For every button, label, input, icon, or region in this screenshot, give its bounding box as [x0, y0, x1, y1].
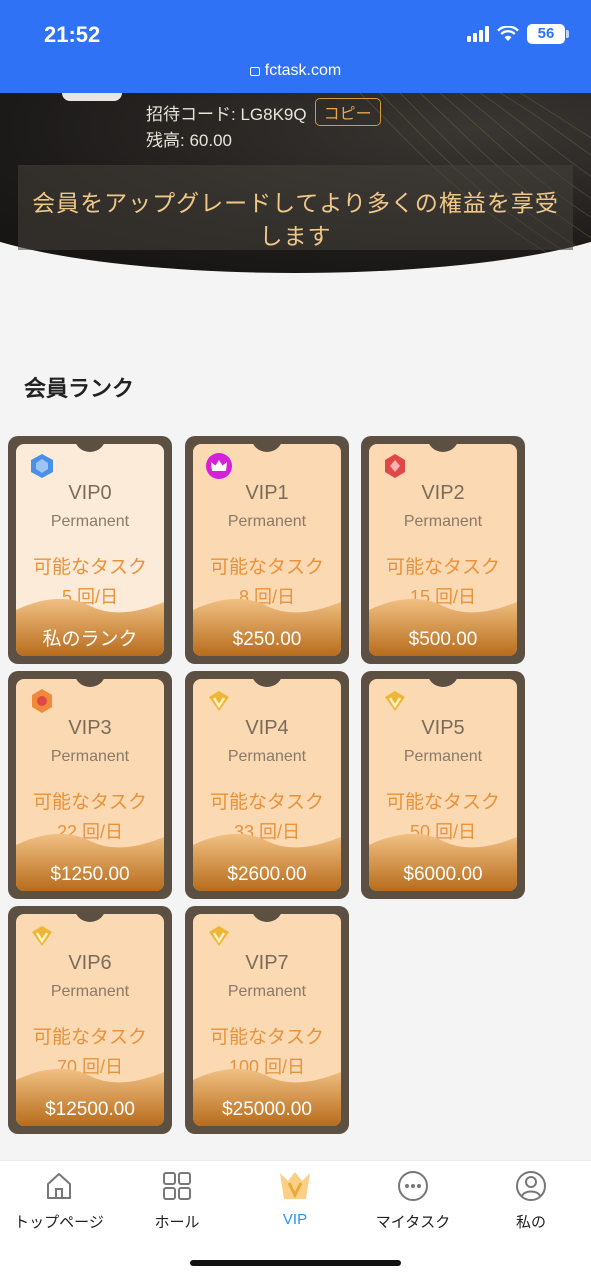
card-body: VIP0 Permanent 可能なタスク 5 回/日 私のランク [16, 444, 164, 656]
vip-price: $500.00 [408, 629, 478, 650]
tasks-label: 可能なタスク [32, 1027, 147, 1048]
vip-level: VIP4 [245, 717, 289, 739]
upgrade-text: 会員をアップグレードしてより多くの権益を享受します [32, 190, 559, 249]
status-icons: 56 [467, 24, 569, 44]
invite-code-text: 招待コード: LG8K9Q [146, 104, 307, 124]
tab-my-tasks[interactable]: マイタスク [354, 1169, 472, 1232]
vip-card[interactable]: VIP1 Permanent 可能なタスク 8 回/日 $250.00 [185, 436, 349, 664]
vip-period: Permanent [403, 748, 483, 765]
signal-icon [467, 26, 489, 42]
wifi-icon [497, 26, 519, 41]
invite-code: 招待コード: LG8K9Q コピー [146, 98, 381, 126]
card-body: VIP2 Permanent 可能なタスク 15 回/日 $500.00 [369, 444, 517, 656]
vip-card[interactable]: VIP6 Permanent 可能なタスク 70 回/日 $12500.00 [8, 906, 172, 1134]
gold-v-badge-icon [32, 926, 52, 946]
vip-page: 21:52 56 fctask.com 招待コード: LG8K9Q コピー 残高… [0, 0, 591, 1280]
vip-level: VIP7 [245, 952, 289, 974]
tab-profile[interactable]: 私の [472, 1169, 590, 1232]
tasks-label: 可能なタスク [385, 792, 500, 813]
tab-home[interactable]: トップページ [0, 1169, 118, 1232]
grid-icon [163, 1172, 191, 1200]
card-body: VIP5 Permanent 可能なタスク 50 回/日 $6000.00 [369, 679, 517, 891]
vip-period: Permanent [50, 748, 130, 765]
vip-level: VIP0 [68, 482, 112, 504]
vip-card[interactable]: VIP2 Permanent 可能なタスク 15 回/日 $500.00 [361, 436, 525, 664]
tab-label: 私の [515, 1214, 546, 1231]
section-title: 会員ランク [24, 376, 135, 401]
vip-period: Permanent [227, 513, 307, 530]
crown-badge-icon [206, 453, 232, 479]
url-text: fctask.com [264, 62, 342, 79]
vip-period: Permanent [227, 983, 307, 1000]
card-body: VIP3 Permanent 可能なタスク 22 回/日 $1250.00 [16, 679, 164, 891]
tab-label: トップページ [14, 1214, 104, 1231]
vip-period: Permanent [403, 513, 483, 530]
avatar[interactable] [62, 93, 122, 101]
home-indicator[interactable] [190, 1260, 401, 1266]
card-body: VIP6 Permanent 可能なタスク 70 回/日 $12500.00 [16, 914, 164, 1126]
browser-status-bar: 21:52 56 fctask.com [0, 0, 591, 93]
tasks-label: 可能なタスク [32, 792, 147, 813]
battery-icon: 56 [527, 24, 569, 44]
vip-price: $250.00 [232, 629, 302, 650]
tasks-label: 可能なタスク [209, 792, 324, 813]
lock-icon [249, 67, 260, 76]
home-icon [47, 1173, 71, 1199]
vip-card[interactable]: VIP5 Permanent 可能なタスク 50 回/日 $6000.00 [361, 671, 525, 899]
orange-medal-badge-icon [32, 689, 52, 713]
card-body: VIP7 Permanent 可能なタスク 100 回/日 $25000.00 [193, 914, 341, 1126]
vip-period: Permanent [50, 983, 130, 1000]
gold-v-badge-icon [209, 691, 229, 711]
vip-period: Permanent [50, 513, 130, 530]
vip-level: VIP2 [421, 482, 465, 504]
tab-label: マイタスク [375, 1214, 451, 1231]
vip-crown-icon [280, 1172, 310, 1199]
vip-level: VIP1 [245, 482, 289, 504]
vip-price: 私のランク [42, 629, 138, 650]
vip-price: $6000.00 [403, 864, 483, 885]
gold-v-badge-icon [209, 926, 229, 946]
tasks-label: 可能なタスク [385, 557, 500, 578]
vip-level: VIP5 [421, 717, 465, 739]
vip-card[interactable]: VIP3 Permanent 可能なタスク 22 回/日 $1250.00 [8, 671, 172, 899]
tab-vip[interactable]: VIP [236, 1169, 354, 1228]
vip-card[interactable]: VIP7 Permanent 可能なタスク 100 回/日 $25000.00 [185, 906, 349, 1134]
tab-label: ホール [154, 1214, 200, 1231]
tab-label: VIP [282, 1211, 308, 1228]
vip-level: VIP3 [68, 717, 112, 739]
card-body: VIP4 Permanent 可能なタスク 33 回/日 $2600.00 [193, 679, 341, 891]
gold-v-badge-icon [385, 691, 405, 711]
address-bar[interactable]: fctask.com [0, 62, 591, 80]
tab-hall[interactable]: ホール [118, 1169, 236, 1232]
vip-price: $25000.00 [222, 1099, 312, 1120]
more-dots-icon [398, 1171, 428, 1201]
card-body: VIP1 Permanent 可能なタスク 8 回/日 $250.00 [193, 444, 341, 656]
vip-price: $2600.00 [227, 864, 307, 885]
tasks-label: 可能なタスク [209, 1027, 324, 1048]
red-gem-badge-icon [385, 454, 405, 478]
vip-price: $1250.00 [50, 864, 130, 885]
vip-card[interactable]: VIP4 Permanent 可能なタスク 33 回/日 $2600.00 [185, 671, 349, 899]
vip-level: VIP6 [68, 952, 112, 974]
vip-price: $12500.00 [45, 1099, 135, 1120]
hexagon-gem-badge-icon [31, 454, 53, 478]
copy-button[interactable]: コピー [314, 98, 381, 126]
vip-card[interactable]: VIP0 Permanent 可能なタスク 5 回/日 私のランク [8, 436, 172, 664]
balance-text: 残高: 60.00 [146, 131, 232, 150]
vip-period: Permanent [227, 748, 307, 765]
tasks-label: 可能なタスク [209, 557, 324, 578]
clock: 21:52 [44, 22, 101, 47]
user-icon [516, 1171, 546, 1201]
tasks-label: 可能なタスク [32, 557, 147, 578]
